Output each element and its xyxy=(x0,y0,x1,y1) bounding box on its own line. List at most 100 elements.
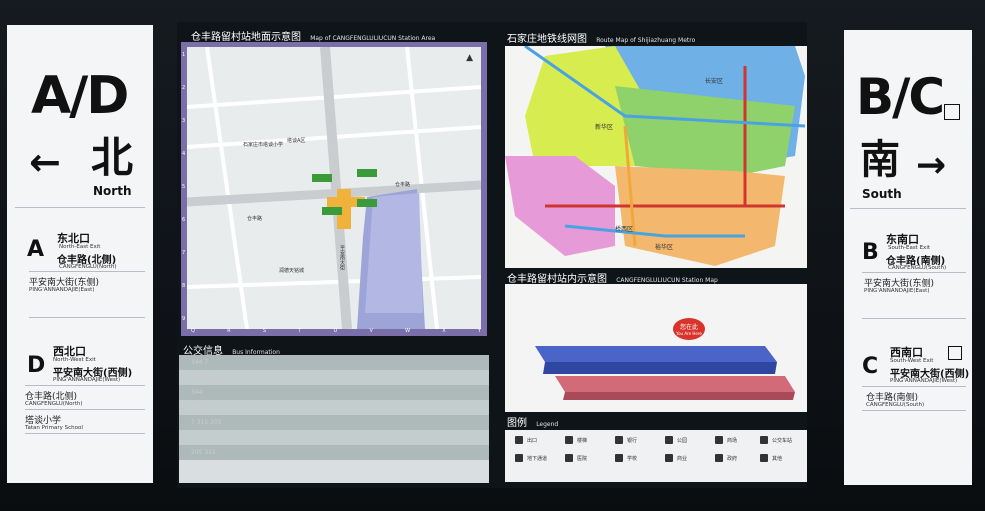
legend-label: 出口 xyxy=(527,438,538,444)
info-board: 仓丰路留村站地面示意图 Map of CANGFENGLULIUCUN Stat… xyxy=(177,22,807,488)
bank-icon xyxy=(615,436,623,444)
tick: 5 xyxy=(182,184,186,190)
government-icon xyxy=(715,454,723,462)
exit-b-road-en: CANGFENGLU(South) xyxy=(888,265,947,271)
hospital-icon xyxy=(565,454,573,462)
tick: R xyxy=(227,328,231,334)
route-map: 新华区 长安区 桥西区 裕华区 xyxy=(505,46,807,268)
legend-label: 其他 xyxy=(772,456,783,462)
legend-label: 楼梯 xyxy=(577,438,588,444)
exit-d-street-en: CANGFENGLU(North) xyxy=(25,401,83,407)
tick: 8 xyxy=(182,283,186,289)
district-label: 桥西区 xyxy=(615,226,634,233)
other-icon xyxy=(760,454,768,462)
left-exit-sign: A/D ← 北 North A 东北口 North-East Exit 仓丰路(… xyxy=(7,25,153,483)
exit-marker-b xyxy=(357,199,377,207)
exit-d-road-en: PING'ANNANDAJIE(West) xyxy=(53,377,121,383)
tick: U xyxy=(333,328,338,334)
bus-row: 344 xyxy=(179,385,489,400)
tick: 3 xyxy=(182,118,186,124)
bus-row: 205 315 xyxy=(179,445,489,460)
area-map: ▲ 石家庄市塔谈小学 塔谈A区 仓丰路 平安南大街 仓丰路 润德天铭城 xyxy=(187,47,481,329)
bus-row: 7 315 205 xyxy=(179,415,489,430)
divider xyxy=(25,433,145,434)
exit-marker-d xyxy=(312,174,332,182)
exit-code-bc: B/C xyxy=(856,68,945,126)
divider xyxy=(25,409,145,410)
legend-label: 学校 xyxy=(627,456,638,462)
station-map-title: 仓丰路留村站内示意图 CANGFENGLULIUCUN Station Map xyxy=(507,270,718,285)
legend-label: 公园 xyxy=(677,438,688,444)
exit-marker-a xyxy=(357,169,377,177)
bus-stop-icon xyxy=(760,436,768,444)
tick: 6 xyxy=(182,217,186,223)
exit-b-name-en: South-East Exit xyxy=(888,245,930,251)
school-icon xyxy=(615,454,623,462)
you-are-here-en: You Are Here xyxy=(676,331,702,336)
exit-letter-c: C xyxy=(862,354,879,379)
bus-row: 315 205 xyxy=(179,370,489,385)
map-label: 石家庄市塔谈小学 xyxy=(243,142,284,148)
divider xyxy=(862,386,966,387)
route-map-drawing xyxy=(505,46,806,266)
tick: 9 xyxy=(182,316,186,322)
you-are-here-cn: 您在此 xyxy=(679,324,698,331)
tick: X xyxy=(442,328,446,334)
exit-b-street-en: PING'ANNANDAJIE(East) xyxy=(864,288,930,294)
divider xyxy=(29,271,145,272)
direction-south-cn: 南 xyxy=(860,137,900,183)
divider xyxy=(25,385,145,386)
exit-c-street-en: CANGFENGLU(South) xyxy=(866,402,925,408)
route-map-title: 石家庄地铁线网图 Route Map of Shijiazhuang Metro xyxy=(507,30,695,45)
legend-label: 医院 xyxy=(577,456,588,462)
area-map-title: 仓丰路留村站地面示意图 Map of CANGFENGLULIUCUN Stat… xyxy=(191,28,435,43)
exit-d-name-en: North-West Exit xyxy=(53,357,96,363)
exit-a-name-en: North-East Exit xyxy=(59,244,101,250)
legend-label: 地下通道 xyxy=(527,456,548,462)
tick: S xyxy=(262,328,267,334)
exit-marker-c xyxy=(322,207,342,215)
exit-letter-d: D xyxy=(27,353,46,378)
direction-south-en: South xyxy=(862,187,902,201)
direction-north-en: North xyxy=(93,184,132,198)
station-map-drawing xyxy=(535,346,795,400)
station-map: 您在此 You Are Here xyxy=(505,284,807,412)
tick: W xyxy=(405,328,411,334)
right-exit-sign: B/C 南 → South B 东南口 South-East Exit 仓丰路(… xyxy=(844,30,972,485)
tick: 4 xyxy=(182,151,186,157)
legend-box: 出口 楼梯 银行 公园 商场 公交车站 地下通道 医院 学校 商业 政府 其他 xyxy=(505,430,807,482)
stairs-icon xyxy=(565,436,573,444)
legend-title: 图例 Legend xyxy=(507,414,558,429)
exit-code-ad: A/D xyxy=(31,66,129,126)
map-label: 仓丰路 xyxy=(247,216,263,222)
left-arrow-icon: ← xyxy=(29,140,61,184)
district-label: 新华区 xyxy=(595,124,614,131)
exit-c-road-en: PING'ANNANDAJIE(West) xyxy=(890,378,958,384)
area-map-title-en: Map of CANGFENGLULIUCUN Station Area xyxy=(310,35,436,42)
divider xyxy=(862,410,966,411)
route-map-title-cn: 石家庄地铁线网图 xyxy=(507,34,587,45)
station-logo-icon xyxy=(944,104,960,120)
route-map-title-en: Route Map of Shijiazhuang Metro xyxy=(596,37,696,44)
exit-c-name-en: South-West Exit xyxy=(890,358,934,364)
exit-d-school-en: Tatan Primary School xyxy=(25,425,83,431)
legend-title-cn: 图例 xyxy=(507,418,527,429)
divider xyxy=(850,208,966,209)
legend-label: 政府 xyxy=(727,456,738,462)
legend-label: 银行 xyxy=(627,438,638,444)
tick: T xyxy=(298,328,302,334)
divider xyxy=(29,317,145,318)
exit-letter-a: A xyxy=(27,237,45,262)
divider xyxy=(862,272,966,273)
direction-north-cn: 北 xyxy=(91,133,134,182)
district-label: 长安区 xyxy=(705,78,724,85)
station-logo-icon xyxy=(948,346,962,360)
mall-icon xyxy=(715,436,723,444)
map-label: 仓丰路 xyxy=(395,182,411,188)
tick: 7 xyxy=(182,250,186,256)
you-are-here-marker: 您在此 You Are Here xyxy=(673,318,705,340)
exit-a-street-en: PING'ANNANDAJIE(East) xyxy=(29,287,95,293)
tick: Q xyxy=(191,328,195,334)
map-label: 润德天铭城 xyxy=(279,268,305,274)
exit-letter-b: B xyxy=(862,240,879,265)
